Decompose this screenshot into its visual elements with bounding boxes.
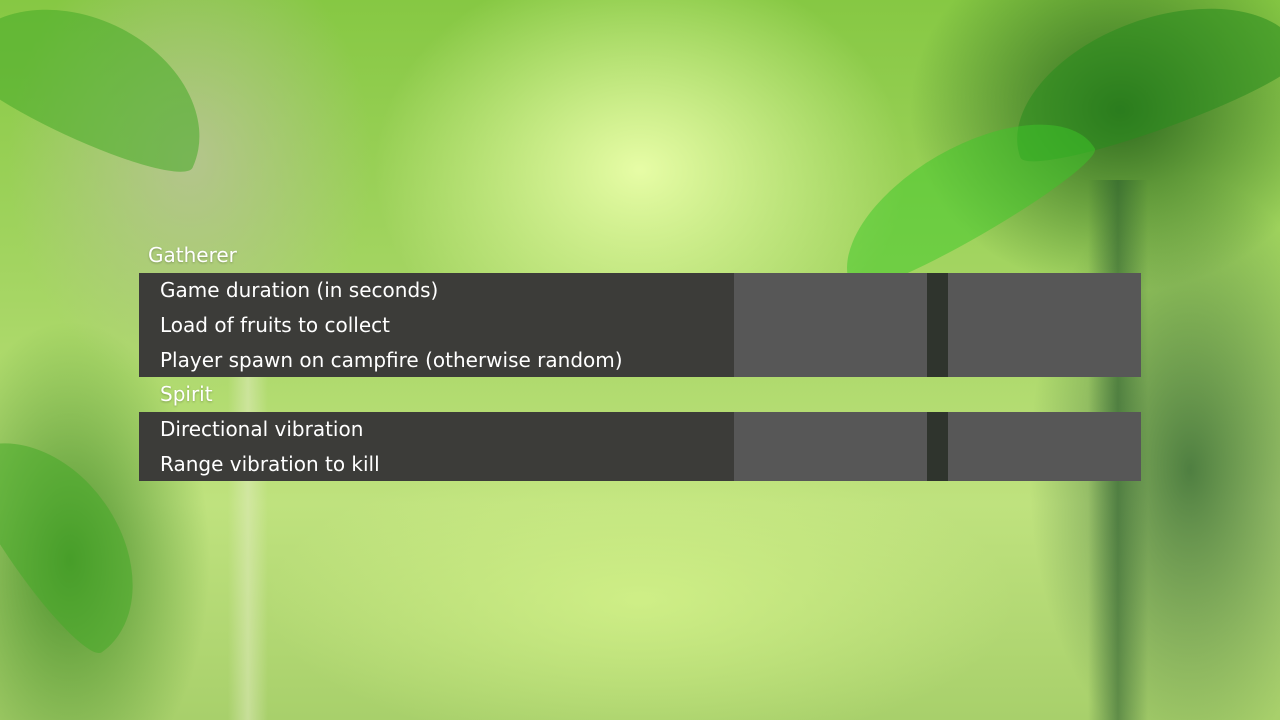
value-column	[948, 412, 1141, 482]
value-column	[734, 273, 927, 378]
palm-leaf	[0, 0, 234, 190]
setting-label: Directional vibration	[160, 417, 364, 442]
setting-label: Range vibration to kill	[160, 452, 380, 477]
setting-label: Game duration (in seconds)	[160, 278, 439, 303]
setting-label: Player spawn on campfire (otherwise rand…	[160, 347, 623, 372]
column-divider	[927, 273, 948, 378]
column-divider	[927, 412, 948, 482]
settings-panel: Gatherer Game duration (in seconds) Load…	[139, 238, 1141, 482]
settings-group-gatherer: Game duration (in seconds) Load of fruit…	[139, 273, 1141, 378]
value-column	[734, 412, 927, 482]
setting-label: Load of fruits to collect	[160, 313, 391, 338]
value-column	[948, 273, 1141, 378]
settings-group-spirit: Directional vibration Range vibration to…	[139, 412, 1141, 482]
section-title-gatherer: Gatherer	[148, 243, 237, 267]
section-title-spirit: Spirit	[160, 382, 213, 407]
